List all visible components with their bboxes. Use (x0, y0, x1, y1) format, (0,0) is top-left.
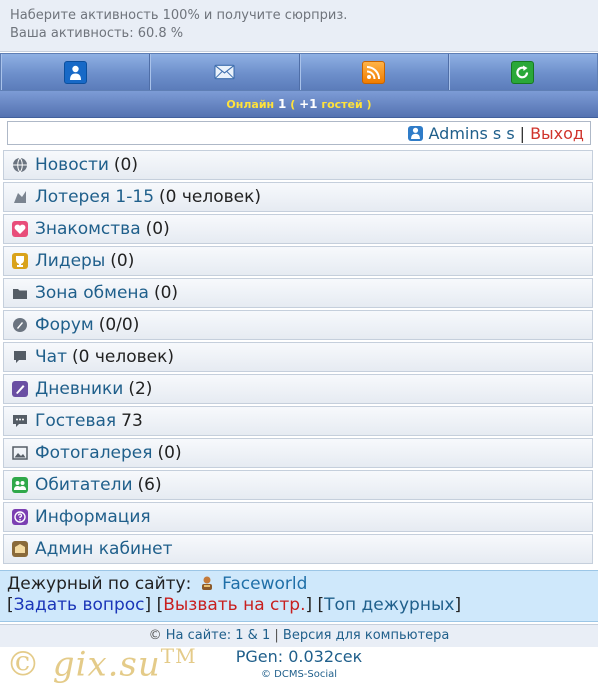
separator: | (519, 123, 526, 143)
menu-item-label[interactable]: Чат (35, 347, 67, 367)
menu-item-label[interactable]: Фотогалерея (35, 443, 153, 463)
news-globe-icon (12, 157, 28, 173)
activity-notice-text: Наберите активность 100% и получите сюрп… (10, 8, 348, 23)
forum-icon (12, 317, 28, 333)
desktop-version-link[interactable]: Версия для компьютера (283, 628, 449, 643)
menu-item-label[interactable]: Админ кабинет (35, 539, 172, 559)
duty-panel: Дежурный по сайту: Faceworld [Задать воп… (0, 570, 598, 622)
user-bar: Admins s s | Выход (7, 121, 591, 145)
online-paren-close: ) (366, 97, 372, 111)
activity-percent: Ваша активность: 60.8 % (10, 26, 184, 41)
menu-item-count: (0) (153, 283, 179, 303)
menu-item-label[interactable]: Информация (35, 507, 151, 527)
menu-item-count: (0 человек) (159, 187, 262, 207)
nav-refresh-button[interactable] (449, 54, 597, 90)
menu-item-label[interactable]: Зона обмена (35, 283, 149, 303)
lottery-icon (12, 189, 28, 205)
menu-item-count: (0) (113, 155, 138, 175)
menu-item-count: (0 человек) (71, 347, 174, 367)
watermark-tm: TM (160, 644, 197, 668)
user-icon (407, 125, 423, 141)
copyright-sign: © (148, 628, 162, 643)
refresh-icon (511, 60, 535, 84)
menu-item-chat[interactable]: Чат (0 человек) (3, 342, 593, 372)
menu-item-label[interactable]: Новости (35, 155, 109, 175)
online-paren-open: ( (290, 97, 296, 111)
menu-item-count: 73 (121, 411, 143, 431)
on-site-count[interactable]: 1 & 1 (235, 628, 270, 643)
guest-count: +1 (299, 97, 318, 111)
user-icon (63, 60, 87, 84)
watermark: © gix.suTM (6, 644, 197, 684)
menu-item-count: (6) (137, 475, 162, 495)
username-link[interactable]: Admins s s (429, 124, 515, 143)
logout-link[interactable]: Выход (530, 124, 584, 143)
rss-icon (362, 60, 386, 84)
guestbook-icon (12, 413, 28, 429)
menu-item-folder[interactable]: Зона обмена (0) (3, 278, 593, 308)
nav-mail-button[interactable] (150, 54, 300, 90)
heart-icon (12, 221, 28, 237)
guests-label: гостей (321, 97, 363, 111)
menu-item-trophy[interactable]: Лидеры (0) (3, 246, 593, 276)
menu-item-news-globe[interactable]: Новости (0) (3, 150, 593, 180)
watermark-text: © gix.su (6, 644, 161, 684)
menu-item-count: (0/0) (98, 315, 140, 335)
menu-item-diary[interactable]: Дневники (2) (3, 374, 593, 404)
call-to-page-link[interactable]: Вызвать на стр. (163, 595, 305, 615)
menu-item-label[interactable]: Знакомства (35, 219, 141, 239)
info-icon (12, 509, 28, 525)
users-icon (12, 477, 28, 493)
on-site-label[interactable]: На сайте: (166, 628, 231, 643)
menu-item-heart[interactable]: Знакомства (0) (3, 214, 593, 244)
mail-icon (214, 62, 235, 83)
online-label: Онлайн (226, 97, 275, 111)
menu-item-label[interactable]: Форум (35, 315, 94, 335)
top-duty-link[interactable]: Топ дежурных (324, 595, 454, 615)
duty-avatar-icon (199, 575, 215, 591)
trophy-icon (12, 253, 28, 269)
top-navbar (0, 53, 598, 91)
footer-separator: | (274, 628, 279, 643)
menu-item-count: (0) (110, 251, 135, 271)
diary-icon (12, 381, 28, 397)
photo-icon (12, 445, 28, 461)
menu-item-admin[interactable]: Админ кабинет (3, 534, 593, 564)
main-menu: Новости (0) Лотерея 1-15 (0 человек) Знакомс… (3, 150, 593, 566)
menu-item-label[interactable]: Обитатели (35, 475, 133, 495)
menu-item-count: (0) (157, 443, 182, 463)
menu-item-label[interactable]: Лотерея 1-15 (35, 187, 154, 207)
menu-item-forum[interactable]: Форум (0/0) (3, 310, 593, 340)
menu-item-info[interactable]: Информация (3, 502, 593, 532)
folder-icon (12, 285, 28, 301)
menu-item-guestbook[interactable]: Гостевая 73 (3, 406, 593, 436)
online-counter[interactable]: Онлайн 1 ( +1 гостей ) (0, 91, 598, 118)
online-count: 1 (278, 97, 287, 111)
menu-item-label[interactable]: Лидеры (35, 251, 105, 271)
menu-item-lottery[interactable]: Лотерея 1-15 (0 человек) (3, 182, 593, 212)
duty-label: Дежурный по сайту: (7, 574, 192, 594)
menu-item-count: (0) (145, 219, 170, 239)
menu-item-users[interactable]: Обитатели (6) (3, 470, 593, 500)
menu-item-photo[interactable]: Фотогалерея (0) (3, 438, 593, 468)
nav-profile-button[interactable] (1, 54, 151, 90)
admin-icon (12, 541, 28, 557)
ask-question-link[interactable]: Задать вопрос (14, 595, 145, 615)
menu-item-label[interactable]: Дневники (35, 379, 123, 399)
menu-item-count: (2) (128, 379, 153, 399)
chat-icon (12, 349, 28, 365)
menu-item-label[interactable]: Гостевая (35, 411, 116, 431)
duty-user-link[interactable]: Faceworld (222, 574, 307, 594)
activity-notice: Наберите активность 100% и получите сюрп… (0, 0, 598, 52)
nav-rss-button[interactable] (300, 54, 449, 90)
